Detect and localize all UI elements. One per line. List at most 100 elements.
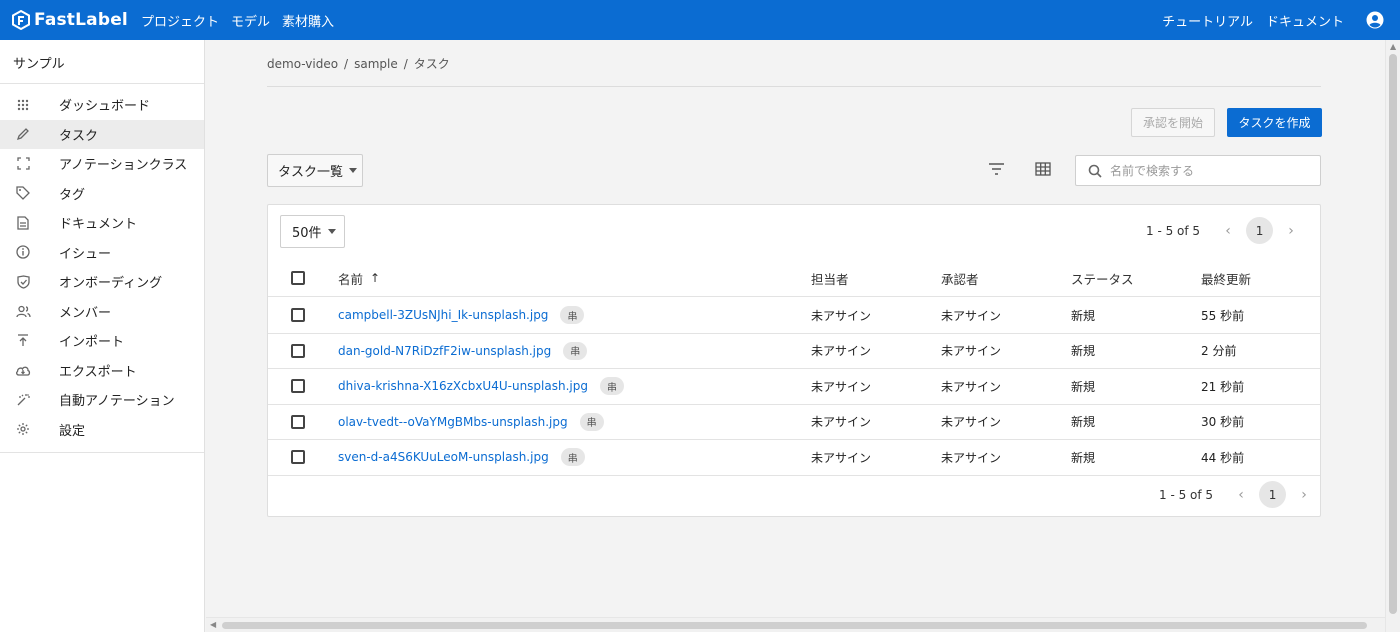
select-all-checkbox[interactable]	[291, 271, 305, 285]
tag-icon	[15, 185, 31, 201]
sidebar-item-label: インポート	[59, 335, 125, 351]
column-settings-icon[interactable]	[1035, 162, 1051, 180]
sidebar-item-dashboard[interactable]: ダッシュボード	[0, 90, 204, 120]
task-view-dropdown[interactable]: タスク一覧	[267, 154, 363, 187]
breadcrumb-current: タスク	[413, 57, 450, 71]
sidebar-item-export[interactable]: エクスポート	[0, 356, 204, 386]
breadcrumb-separator: /	[344, 57, 349, 71]
row-checkbox[interactable]	[291, 308, 305, 323]
column-name[interactable]: 名前 ↑	[338, 260, 380, 296]
sort-ascending-icon: ↑	[370, 271, 381, 285]
assignee-cell: 未アサイン	[811, 450, 872, 465]
per-page-dropdown[interactable]: 50件	[280, 215, 345, 248]
assignee-cell: 未アサイン	[811, 379, 872, 394]
tag-badge: 串	[560, 306, 585, 325]
pagination-top: 1 - 5 of 5 ‹ 1 ›	[1146, 217, 1303, 244]
account-icon[interactable]	[1366, 11, 1384, 29]
status-cell: 新規	[1071, 450, 1096, 465]
approver-cell: 未アサイン	[941, 415, 1002, 430]
column-assignee[interactable]: 担当者	[811, 260, 849, 296]
sidebar-item-members[interactable]: メンバー	[0, 297, 204, 327]
approver-cell: 未アサイン	[941, 308, 1002, 323]
search-input[interactable]	[1110, 163, 1310, 178]
brand-name: FastLabel	[34, 10, 128, 30]
updated-cell: 55 秒前	[1201, 308, 1245, 323]
sidebar-item-label: タグ	[59, 187, 86, 203]
updated-cell: 44 秒前	[1201, 450, 1245, 465]
task-name-link[interactable]: olav-tvedt--oVaYMgBMbs-unsplash.jpg	[338, 415, 568, 429]
table-row[interactable]: olav-tvedt--oVaYMgBMbs-unsplash.jpg 串 未アサ…	[268, 405, 1320, 440]
sidebar-item-documents[interactable]: ドキュメント	[0, 208, 204, 238]
nav-materials[interactable]: 素材購入	[282, 11, 334, 30]
next-page-icon[interactable]: ›	[1292, 487, 1316, 503]
nav-tutorial[interactable]: チュートリアル	[1162, 11, 1253, 30]
sidebar-item-tags[interactable]: タグ	[0, 179, 204, 209]
status-cell: 新規	[1071, 344, 1096, 359]
column-status[interactable]: ステータス	[1071, 260, 1134, 296]
start-approval-button[interactable]: 承認を開始	[1131, 108, 1215, 137]
approver-cell: 未アサイン	[941, 344, 1002, 359]
nav-models[interactable]: モデル	[231, 11, 270, 30]
table-header: 名前 ↑ 担当者 承認者 ステータス 最終更新	[268, 260, 1320, 297]
nav-documents[interactable]: ドキュメント	[1266, 11, 1344, 30]
sidebar-item-import[interactable]: インポート	[0, 326, 204, 356]
column-approver[interactable]: 承認者	[941, 260, 979, 296]
status-cell: 新規	[1071, 379, 1096, 394]
row-checkbox[interactable]	[291, 343, 305, 358]
table-row[interactable]: dhiva-krishna-X16zXcbxU4U-unsplash.jpg 串 …	[268, 369, 1320, 405]
breadcrumb-project[interactable]: sample	[354, 57, 398, 71]
nav-projects[interactable]: プロジェクト	[141, 11, 219, 30]
sidebar-item-tasks[interactable]: タスク	[0, 119, 204, 149]
task-name-link[interactable]: dhiva-krishna-X16zXcbxU4U-unsplash.jpg	[338, 379, 588, 393]
row-checkbox[interactable]	[291, 450, 305, 465]
sidebar: サンプル ダッシュボード タスク アノテーションクラス タグ ドキュメント イシ…	[0, 40, 205, 632]
next-page-icon[interactable]: ›	[1279, 223, 1303, 239]
create-task-button[interactable]: タスクを作成	[1227, 108, 1322, 137]
task-name-link[interactable]: sven-d-a4S6KUuLeoM-unsplash.jpg	[338, 450, 549, 464]
table-row[interactable]: campbell-3ZUsNJhi_Ik-unsplash.jpg 串 未アサイン…	[268, 298, 1320, 334]
sidebar-item-label: イシュー	[59, 246, 112, 262]
column-name-label: 名前	[338, 271, 364, 287]
prev-page-icon[interactable]: ‹	[1229, 487, 1253, 503]
upload-icon	[15, 333, 31, 349]
scrollbar-thumb[interactable]	[1389, 54, 1397, 614]
prev-page-icon[interactable]: ‹	[1216, 223, 1240, 239]
sidebar-item-settings[interactable]: 設定	[0, 415, 204, 445]
table-row[interactable]: dan-gold-N7RiDzfF2iw-unsplash.jpg 串 未アサイン…	[268, 334, 1320, 369]
assignee-cell: 未アサイン	[811, 415, 872, 430]
current-page[interactable]: 1	[1246, 217, 1274, 244]
scroll-up-icon[interactable]: ▲	[1390, 42, 1396, 51]
approver-cell: 未アサイン	[941, 450, 1002, 465]
sidebar-item-label: メンバー	[59, 305, 112, 321]
vertical-scrollbar[interactable]: ▲	[1385, 40, 1400, 632]
tag-badge: 串	[563, 341, 588, 360]
task-view-label: タスク一覧	[278, 165, 344, 180]
project-name: サンプル	[0, 40, 204, 84]
page-range: 1 - 5 of 5	[1146, 223, 1201, 238]
sidebar-item-label: オンボーディング	[59, 276, 163, 292]
sidebar-item-issues[interactable]: イシュー	[0, 238, 204, 268]
table-row[interactable]: sven-d-a4S6KUuLeoM-unsplash.jpg 串 未アサイン 未…	[268, 440, 1320, 476]
filter-icon[interactable]	[988, 162, 1005, 180]
task-name-link[interactable]: dan-gold-N7RiDzfF2iw-unsplash.jpg	[338, 344, 551, 358]
horizontal-scrollbar[interactable]: ◀	[206, 617, 1385, 632]
scroll-left-icon[interactable]: ◀	[210, 620, 216, 629]
shield-check-icon	[15, 274, 31, 290]
task-table-card: 50件 1 - 5 of 5 ‹ 1 › 名前 ↑ 担当者 承認者 ステータス 最…	[267, 204, 1321, 517]
current-page[interactable]: 1	[1259, 481, 1287, 508]
row-checkbox[interactable]	[291, 379, 305, 394]
fastlabel-logo[interactable]: FastLabel	[12, 10, 128, 30]
sidebar-item-auto-annotation[interactable]: 自動アノテーション	[0, 385, 204, 415]
task-name-link[interactable]: campbell-3ZUsNJhi_Ik-unsplash.jpg	[338, 308, 548, 322]
chevron-down-icon	[327, 229, 336, 234]
breadcrumb-workspace[interactable]: demo-video	[267, 57, 338, 71]
updated-cell: 21 秒前	[1201, 379, 1245, 394]
row-checkbox[interactable]	[291, 414, 305, 429]
sidebar-item-onboarding[interactable]: オンボーディング	[0, 267, 204, 297]
scrollbar-thumb[interactable]	[222, 622, 1367, 629]
tag-badge: 串	[560, 448, 585, 467]
assignee-cell: 未アサイン	[811, 308, 872, 323]
tag-badge: 串	[579, 412, 604, 431]
sidebar-item-annotation-class[interactable]: アノテーションクラス	[0, 149, 204, 179]
column-updated[interactable]: 最終更新	[1201, 260, 1251, 296]
